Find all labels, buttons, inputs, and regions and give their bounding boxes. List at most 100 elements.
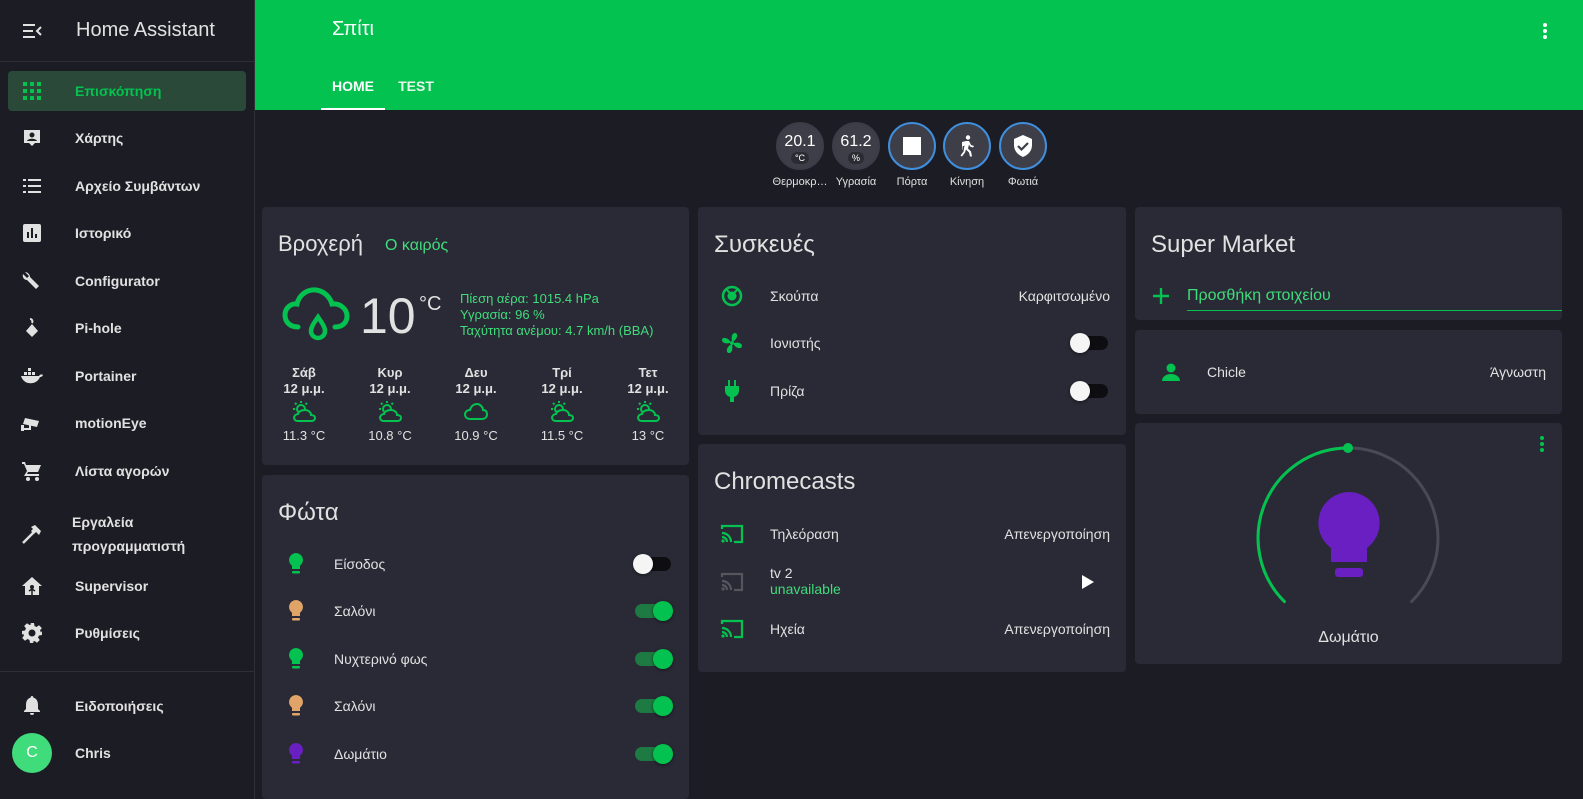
tab-home[interactable]: HOME [321, 62, 385, 110]
forecast-item: Τετ 12 μ.μ. 13 °C [618, 365, 678, 445]
partly-cloudy-icon [378, 401, 402, 423]
sidebar-item-label: motionEye [75, 415, 147, 431]
toggle-switch[interactable] [635, 744, 673, 764]
badge-circle: 20.1 °C [776, 122, 824, 170]
entity-name: Ηχεία [770, 621, 805, 637]
page-title: Σπίτι [332, 18, 374, 40]
sidebar-item-developer-tools[interactable]: Εργαλεία προγραμματιστή [8, 510, 246, 558]
partly-cloudy-icon [550, 401, 574, 423]
entity-row[interactable]: Σκούπα Καρφιτσωμένο [698, 276, 1126, 316]
card-title: Super Market [1151, 231, 1296, 258]
entity-name: Νυχτερινό φως [334, 651, 428, 667]
partly-cloudy-icon [636, 401, 660, 423]
forecast-day: Τρί [552, 365, 572, 380]
badge-temperature[interactable]: 20.1 °C Θερμοκρ… [770, 122, 830, 188]
toggle-switch[interactable] [635, 649, 673, 669]
shield-check-icon [1014, 135, 1032, 157]
sidebar-item-notifications[interactable]: Ειδοποιήσεις [8, 686, 246, 726]
robot-vacuum-icon [720, 284, 744, 308]
sidebar-divider [0, 671, 254, 672]
bulb-icon [284, 742, 308, 766]
badge-fire[interactable]: Φωτιά [993, 122, 1053, 188]
entity-row[interactable]: Σαλόνι [262, 591, 689, 631]
entity-row[interactable]: Chicle Άγνωστη [1135, 352, 1562, 392]
home-assistant-icon [20, 574, 44, 598]
weather-card[interactable]: Βροχερή Ο καιρός 10 °C Πίεση αέρα: 1015.… [262, 207, 689, 465]
add-icon[interactable] [1151, 286, 1171, 306]
sidebar-item-logbook[interactable]: Αρχείο Συμβάντων [8, 166, 246, 206]
play-icon[interactable] [1076, 570, 1100, 594]
weather-pressure: Πίεση αέρα: 1015.4 hPa [460, 291, 599, 306]
sidebar-item-overview[interactable]: Επισκόπηση [8, 71, 246, 111]
sidebar-item-motioneye[interactable]: motionEye [8, 403, 246, 443]
sidebar-item-settings[interactable]: Ρυθμίσεις [8, 613, 246, 653]
badge-circle [943, 122, 991, 170]
forecast-item: Κυρ 12 μ.μ. 10.8 °C [360, 365, 420, 445]
entity-row[interactable]: Είσοδος [262, 544, 689, 584]
sidebar-item-profile[interactable]: C Chris [8, 733, 246, 773]
sidebar-item-label: Ειδοποιήσεις [75, 698, 164, 714]
weather-state: Βροχερή [278, 231, 363, 256]
entity-row[interactable]: Πρίζα [698, 371, 1126, 411]
toggle-switch[interactable] [633, 554, 671, 574]
entity-row[interactable]: Σαλόνι [262, 686, 689, 726]
cloudy-icon [464, 403, 488, 421]
sidebar-item-history[interactable]: Ιστορικό [8, 213, 246, 253]
forecast-item: Τρί 12 μ.μ. 11.5 °C [532, 365, 592, 445]
card-title: Συσκευές [714, 231, 815, 258]
menu-collapse-icon[interactable] [20, 19, 44, 43]
badge-label: Θερμοκρ… [772, 176, 828, 188]
sidebar-item-configurator[interactable]: Configurator [8, 261, 246, 301]
cast-icon [720, 522, 744, 546]
forecast-time: 12 μ.μ. [455, 381, 497, 396]
toggle-switch[interactable] [635, 601, 673, 621]
badge-door[interactable]: Πόρτα [882, 122, 942, 188]
entity-row[interactable]: Ηχεία Απενεργοποίηση [698, 609, 1126, 649]
cctv-icon [20, 411, 44, 435]
bulb-icon[interactable] [1316, 491, 1382, 579]
badge-humidity[interactable]: 61.2 % Υγρασία [826, 122, 886, 188]
sidebar-item-map[interactable]: Χάρτης [8, 118, 246, 158]
cart-icon [20, 459, 44, 483]
cast-icon [720, 570, 744, 594]
chromecasts-card: Chromecasts Τηλεόραση Απενεργοποίηση tv … [698, 444, 1126, 672]
forecast-time: 12 μ.μ. [627, 381, 669, 396]
sidebar-item-label: Ρυθμίσεις [75, 625, 140, 641]
entity-row[interactable]: Νυχτερινό φως [262, 639, 689, 679]
entity-name: Τηλεόραση [770, 526, 839, 542]
entity-row[interactable]: Ιονιστής [698, 323, 1126, 363]
bulb-icon [284, 599, 308, 623]
more-vert-icon[interactable] [1536, 435, 1548, 453]
sidebar-item-label-line2: προγραμματιστή [72, 538, 186, 554]
add-item-input[interactable]: Προσθήκη στοιχείου [1187, 285, 1562, 311]
entity-row[interactable]: Τηλεόραση Απενεργοποίηση [698, 514, 1126, 554]
sidebar-item-portainer[interactable]: Portainer [8, 356, 246, 396]
badge-motion[interactable]: Κίνηση [937, 122, 997, 188]
weather-temperature-unit: °C [419, 293, 442, 315]
forecast-temp: 11.3 °C [282, 428, 326, 443]
sidebar-item-pihole[interactable]: Pi-hole [8, 308, 246, 348]
toggle-switch[interactable] [635, 696, 673, 716]
weather-temperature: 10 [360, 288, 416, 344]
toggle-switch[interactable] [1070, 333, 1108, 353]
more-vert-icon[interactable] [1533, 19, 1557, 43]
sidebar-item-label-line1: Εργαλεία [72, 514, 134, 530]
entity-row[interactable]: tv 2 unavailable [698, 562, 1126, 602]
wrench-icon [20, 269, 44, 293]
fan-icon [720, 331, 744, 355]
sidebar-item-label: Αρχείο Συμβάντων [75, 178, 201, 194]
sidebar-item-shopping-list[interactable]: Λίστα αγορών [8, 451, 246, 491]
badge-label: Φωτιά [1007, 176, 1039, 188]
lights-card: Φώτα Είσοδος Σαλόνι Νυχτερινό φως Σαλόνι… [262, 475, 689, 799]
forecast-temp: 10.9 °C [454, 428, 498, 443]
devices-card: Συσκευές Σκούπα Καρφιτσωμένο Ιονιστής Πρ… [698, 207, 1126, 435]
toggle-switch[interactable] [1070, 381, 1108, 401]
sidebar: Home Assistant Επισκόπηση Χάρτης Αρχείο … [0, 0, 255, 799]
tab-test[interactable]: TEST [395, 62, 437, 110]
forecast-time: 12 μ.μ. [541, 381, 583, 396]
account-icon [1159, 360, 1183, 384]
entity-row[interactable]: Δωμάτιο [262, 734, 689, 774]
sidebar-item-label: Επισκόπηση [75, 83, 162, 99]
sidebar-item-supervisor[interactable]: Supervisor [8, 566, 246, 606]
entity-name: Σκούπα [770, 288, 819, 304]
